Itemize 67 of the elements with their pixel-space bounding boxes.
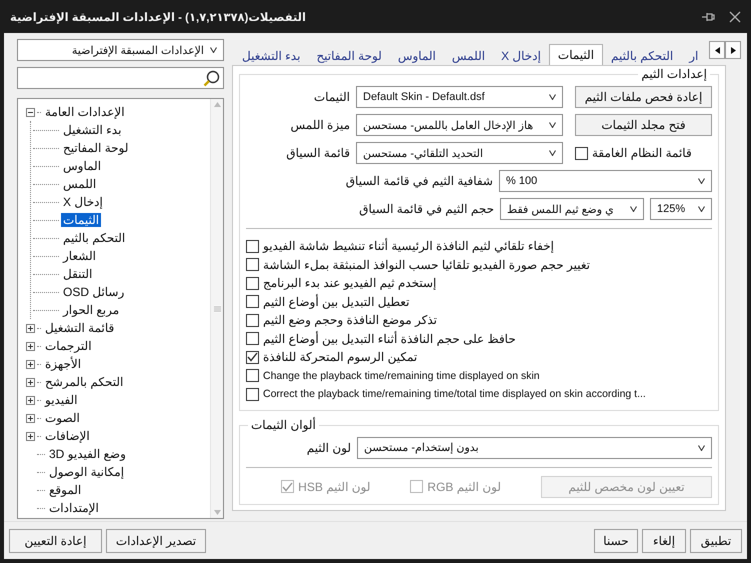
tree-item[interactable]: إدخال X <box>61 195 105 209</box>
tab[interactable]: الماوس <box>390 46 444 65</box>
tree-item[interactable]: لوحة المفاتيح <box>61 141 130 155</box>
tree-item[interactable]: الماوس <box>61 159 104 173</box>
tree-item[interactable]: الثيمات <box>61 213 102 227</box>
tab[interactable]: اللمس <box>444 46 494 65</box>
tree-item[interactable]: الإعدادات العامة <box>43 105 127 119</box>
tab[interactable]: الثيمات <box>548 44 604 65</box>
tree-item[interactable]: بدء التشغيل <box>61 123 124 137</box>
dropdown[interactable]: التحديد التلقائي- مستحسن <box>356 142 563 164</box>
tree-item[interactable]: قائمة التشغيل <box>43 321 116 335</box>
checkbox-label: قائمة النظام الغامقة <box>592 146 692 160</box>
tree-item[interactable]: الترجمات <box>43 339 94 353</box>
checkbox-label: إخفاء تلقائي لثيم النافذة الرئيسية أثناء تنشيط شاشة الفيديو <box>263 239 554 254</box>
checkbox-label: تمكين الرسوم المتحركة للنافذة <box>263 350 418 364</box>
tree-item[interactable]: الشعار <box>61 249 98 263</box>
checkbox-label: Change the playback time/remaining time displayed on skin <box>263 370 540 382</box>
field-label: شفافية الثيم في قائمة السياق <box>346 174 493 188</box>
dropdown[interactable]: بدون إستخدام- مستحسن <box>357 436 712 458</box>
dropdown[interactable]: هاز الإدخال العامل باللمس- مستحسن <box>356 114 563 136</box>
dropdown[interactable]: ي وضع ثيم اللمس فقط <box>500 198 644 220</box>
footer-button[interactable]: حسنا <box>594 528 638 552</box>
group-title: ألوان الثيمات <box>248 418 319 432</box>
checkbox-label: Correct the playback time/remaining time/total time displayed on skin according t... <box>263 388 646 400</box>
tree-item[interactable]: الفيديو <box>43 393 80 407</box>
tree-item[interactable]: وضع الفيديو 3D <box>47 447 128 461</box>
footer-button[interactable]: إلغاء <box>642 528 686 552</box>
field-label: لون الثيم <box>306 440 351 454</box>
checkbox-label: تغيير حجم صورة الفيديو تلقائيا حسب النوافذ المنبثقة بملء الشاشة <box>263 258 590 272</box>
group-title: إعدادات الثيم <box>638 67 710 81</box>
tree-item[interactable]: اللمس <box>61 177 98 191</box>
checkbox-label: تعطيل التبديل بين أوضاع الثيم <box>263 294 410 309</box>
tree-item[interactable]: التحكم بالمرشح <box>43 375 126 389</box>
checkbox-label: تذكر موضع النافذة وحجم وضع الثيم <box>263 313 437 328</box>
tree-item[interactable]: الصوت <box>43 411 82 425</box>
field-label: حجم الثيم في قائمة السياق <box>359 202 494 216</box>
action-button[interactable]: فتح مجلد الثيمات <box>575 114 712 136</box>
dropdown[interactable]: 100 % <box>499 170 712 192</box>
checkbox-label: إستخدم ثيم الفيديو عند بدء البرنامج <box>263 276 436 290</box>
action-button[interactable]: إعادة فحص ملفات الثيم <box>575 86 712 108</box>
field-label: قائمة السياق <box>286 146 350 160</box>
preset-dropdown[interactable]: الإعدادات المسبقة الإفتراضية <box>17 39 224 61</box>
tree-item[interactable]: التحكم بالثيم <box>61 231 128 245</box>
tab[interactable]: بدء التشغيل <box>234 46 308 65</box>
footer-button[interactable]: إعادة التعيين <box>9 528 102 552</box>
window-title: التفصيلات(١,٧,٢١٣٧٨) - الإعدادات المسبقة الإفتراضية <box>10 10 306 24</box>
tree-item[interactable]: الإضافات <box>43 429 92 443</box>
tab[interactable]: لوحة المفاتيح <box>308 46 390 65</box>
dropdown[interactable]: Default Skin - Default.dsf <box>356 86 563 108</box>
footer-button[interactable]: تطبيق <box>690 528 742 552</box>
tree-item[interactable]: الأجهزة <box>43 357 84 371</box>
tree-item[interactable]: التنقل <box>61 267 94 281</box>
tree-item[interactable]: الموقع <box>47 483 84 497</box>
tree-item[interactable]: إمكانية الوصول <box>47 465 126 479</box>
tab[interactable]: ار <box>681 46 705 65</box>
checkbox-label: لون الثيم HSB <box>298 480 370 494</box>
field-label: ميزة اللمس <box>290 118 350 132</box>
tab[interactable]: إدخال X <box>493 46 549 65</box>
dropdown[interactable]: 125% <box>650 198 712 220</box>
field-label: الثيمات <box>314 90 350 104</box>
checkbox-label: حافظ على حجم النافذة أثناء التبديل بين أوضاع الثيم <box>263 332 516 346</box>
tree-item[interactable]: رسائل OSD <box>61 285 126 299</box>
checkbox-label: لون الثيم RGB <box>427 480 501 494</box>
tab[interactable]: التحكم بالثيم <box>603 46 682 65</box>
footer-button[interactable]: تصدير الإعدادات <box>106 528 206 552</box>
tree-item[interactable]: مربع الحوار <box>61 303 122 317</box>
tree-item[interactable]: الإمتدادات <box>47 501 101 515</box>
